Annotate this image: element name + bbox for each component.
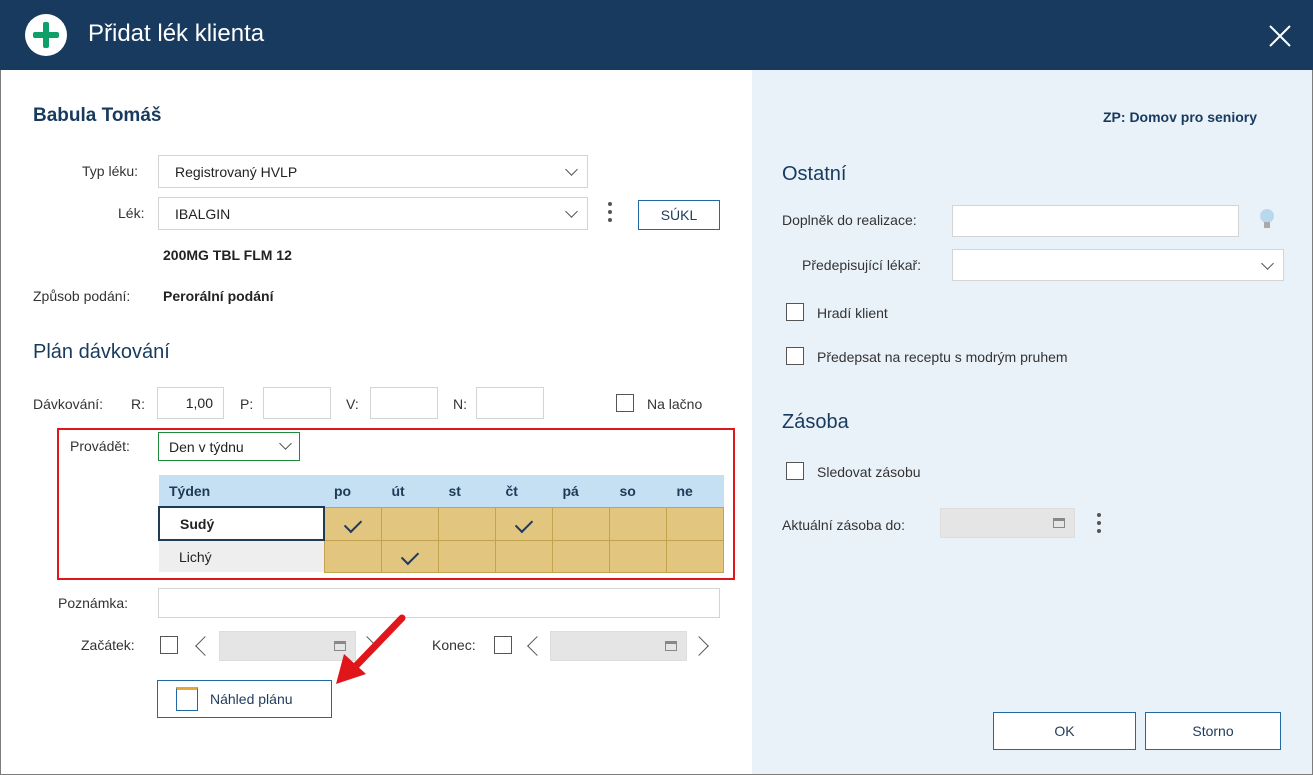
chevron-down-icon bbox=[279, 437, 292, 450]
dialog-title: Přidat lék klienta bbox=[88, 20, 265, 47]
more-options-icon[interactable] bbox=[1097, 513, 1101, 517]
n-label: N: bbox=[453, 396, 467, 412]
lekar-select[interactable] bbox=[952, 249, 1284, 281]
zacatek-label: Začátek: bbox=[81, 637, 135, 653]
schedule-cell[interactable] bbox=[323, 506, 382, 541]
schedule-cell[interactable] bbox=[552, 506, 610, 541]
konec-checkbox[interactable] bbox=[494, 636, 512, 654]
provadet-label: Provádět: bbox=[70, 438, 130, 454]
schedule-cell[interactable] bbox=[666, 539, 724, 573]
sledovat-zasobu-checkbox[interactable] bbox=[786, 462, 804, 480]
lightbulb-icon[interactable] bbox=[1260, 209, 1274, 223]
konec-date-input[interactable] bbox=[550, 631, 687, 661]
storno-button[interactable]: Storno bbox=[1145, 712, 1281, 750]
checkmark-icon bbox=[343, 514, 363, 533]
schedule-cell[interactable] bbox=[609, 506, 667, 541]
typ-leku-value: Registrovaný HVLP bbox=[175, 164, 298, 180]
n-input[interactable] bbox=[476, 387, 544, 419]
schedule-cell[interactable] bbox=[666, 506, 724, 541]
nahled-planu-label: Náhled plánu bbox=[210, 691, 293, 707]
lek-label: Lék: bbox=[118, 205, 145, 221]
day-header: so bbox=[609, 475, 667, 507]
checkmark-icon bbox=[400, 546, 420, 566]
lightbulb-base bbox=[1264, 222, 1270, 228]
day-header: po bbox=[324, 475, 382, 507]
ostatni-heading: Ostatní bbox=[782, 163, 847, 185]
patient-name: Babula Tomáš bbox=[33, 105, 162, 126]
schedule-cell[interactable] bbox=[495, 506, 553, 541]
lek-value: IBALGIN bbox=[175, 206, 231, 222]
sledovat-zasobu-label: Sledovat zásobu bbox=[817, 464, 921, 480]
hradi-klient-label: Hradí klient bbox=[817, 305, 888, 321]
row-label-sudy[interactable]: Sudý bbox=[158, 506, 325, 541]
lek-select[interactable]: IBALGIN bbox=[158, 197, 588, 230]
v-label: V: bbox=[346, 396, 359, 412]
r-input[interactable] bbox=[157, 387, 224, 419]
p-input[interactable] bbox=[263, 387, 331, 419]
hradi-klient-checkbox[interactable] bbox=[786, 303, 804, 321]
nahled-planu-button[interactable]: Náhled plánu bbox=[157, 680, 332, 718]
annotation-arrow bbox=[336, 614, 406, 684]
na-lacno-label: Na lačno bbox=[647, 396, 703, 412]
day-header: čt bbox=[495, 475, 553, 507]
ok-button[interactable]: OK bbox=[993, 712, 1136, 750]
konec-label: Konec: bbox=[432, 637, 476, 653]
aktualni-zasoba-label: Aktuální zásoba do: bbox=[782, 517, 905, 533]
plan-heading: Plán dávkování bbox=[33, 341, 170, 363]
doplnek-label: Doplněk do realizace: bbox=[782, 212, 917, 228]
day-header: pá bbox=[552, 475, 610, 507]
day-header: út bbox=[381, 475, 439, 507]
day-header: st bbox=[438, 475, 496, 507]
typ-leku-select[interactable]: Registrovaný HVLP bbox=[158, 155, 588, 188]
chevron-down-icon bbox=[565, 205, 578, 218]
schedule-cell[interactable] bbox=[438, 506, 496, 541]
na-lacno-checkbox[interactable] bbox=[616, 394, 634, 412]
poznamka-input[interactable] bbox=[158, 588, 720, 618]
provadet-value: Den v týdnu bbox=[169, 439, 244, 455]
schedule-cell[interactable] bbox=[381, 506, 439, 541]
doplnek-input[interactable] bbox=[952, 205, 1239, 237]
schedule-cell[interactable] bbox=[552, 539, 610, 573]
zasoba-heading: Zásoba bbox=[782, 411, 849, 433]
davkovani-label: Dávkování: bbox=[33, 396, 104, 412]
checkmark-icon bbox=[514, 514, 534, 533]
add-icon bbox=[25, 14, 67, 56]
table-row[interactable]: Sudý bbox=[158, 506, 724, 541]
chevron-down-icon bbox=[565, 163, 578, 176]
close-icon[interactable] bbox=[1262, 18, 1298, 54]
aktualni-zasoba-date-input[interactable] bbox=[940, 508, 1075, 538]
v-input[interactable] bbox=[370, 387, 438, 419]
provadet-select[interactable]: Den v týdnu bbox=[158, 432, 300, 461]
sukl-button[interactable]: SÚKL bbox=[638, 200, 720, 230]
row-label-lichy[interactable]: Lichý bbox=[159, 540, 324, 572]
more-options-icon[interactable] bbox=[608, 202, 612, 206]
schedule-table: Týden po út st čt pá so ne Sudý Lichý bbox=[158, 475, 724, 573]
predepsat-label: Předepsat na receptu s modrým pruhem bbox=[817, 349, 1068, 365]
schedule-cell[interactable] bbox=[495, 539, 553, 573]
r-label: R: bbox=[131, 396, 145, 412]
schedule-cell[interactable] bbox=[323, 539, 382, 573]
calendar-icon[interactable] bbox=[665, 641, 677, 651]
zpusob-value: Perorální podání bbox=[163, 288, 274, 304]
schedule-cell[interactable] bbox=[609, 539, 667, 573]
day-header: ne bbox=[666, 475, 724, 507]
calendar-icon[interactable] bbox=[1053, 518, 1065, 528]
typ-leku-label: Typ léku: bbox=[82, 163, 139, 179]
table-row[interactable]: Lichý bbox=[159, 539, 724, 573]
schedule-header-row: Týden po út st čt pá so ne bbox=[159, 475, 724, 507]
p-label: P: bbox=[240, 396, 254, 412]
lekar-label: Předepisující lékař: bbox=[802, 257, 922, 273]
lek-detail: 200MG TBL FLM 12 bbox=[163, 247, 292, 263]
schedule-cell[interactable] bbox=[438, 539, 496, 573]
schedule-cell[interactable] bbox=[381, 539, 439, 573]
zpusob-label: Způsob podání: bbox=[33, 288, 131, 304]
predepsat-checkbox[interactable] bbox=[786, 347, 804, 365]
calendar-check-icon bbox=[176, 687, 198, 711]
schedule-table-wrap: Týden po út st čt pá so ne Sudý Lichý bbox=[158, 475, 724, 573]
chevron-down-icon bbox=[1261, 257, 1274, 270]
zacatek-checkbox[interactable] bbox=[160, 636, 178, 654]
week-header: Týden bbox=[159, 475, 324, 507]
zp-label: ZP: Domov pro seniory bbox=[1103, 109, 1258, 125]
poznamka-label: Poznámka: bbox=[58, 595, 129, 611]
